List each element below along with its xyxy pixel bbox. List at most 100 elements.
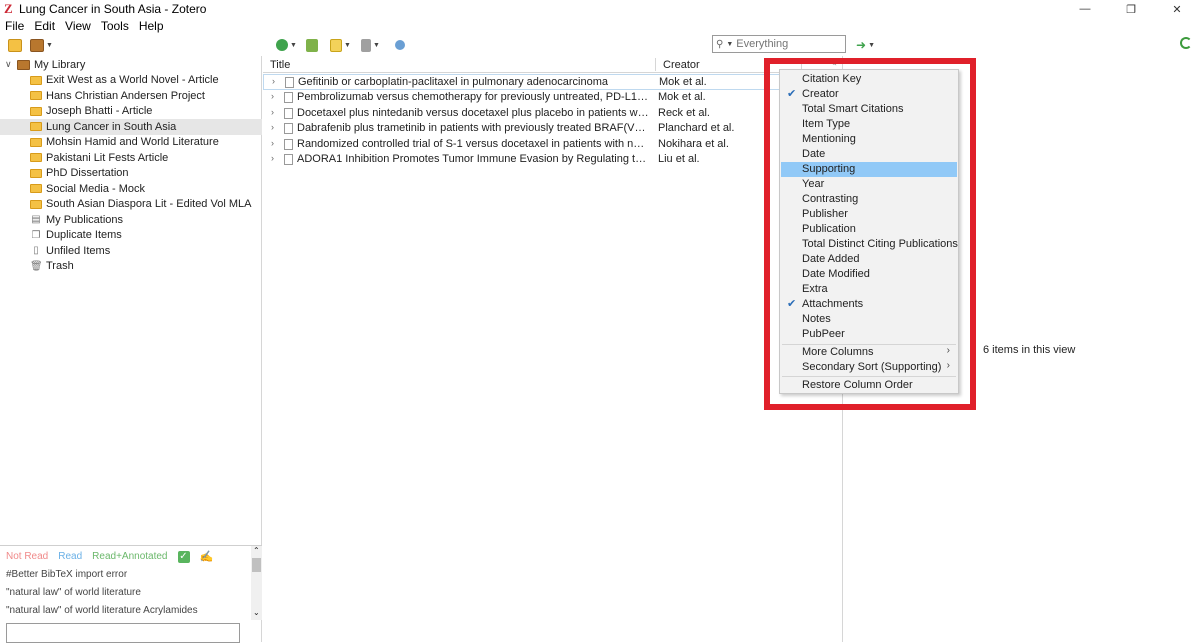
search-box[interactable]: ⚲ ▼ xyxy=(712,35,846,53)
trash-item[interactable]: 🗑 Trash xyxy=(0,259,262,275)
chevron-right-icon[interactable]: › xyxy=(272,76,275,86)
folder-icon xyxy=(30,91,42,101)
special-item-label: Duplicate Items xyxy=(46,229,122,242)
tree-item-my-library[interactable]: ∨ My Library xyxy=(0,57,262,73)
tag-read-annotated[interactable]: Read+Annotated xyxy=(92,551,167,562)
tag-item[interactable]: "natural law" of world literature xyxy=(6,587,141,598)
my-publications-item[interactable]: ▤ My Publications xyxy=(0,212,262,228)
plus-icon xyxy=(276,39,288,51)
table-row[interactable]: › Pembrolizumab versus chemotherapy for … xyxy=(263,90,843,106)
tag-not-read[interactable]: Not Read xyxy=(6,551,48,562)
collection-label: Pakistani Lit Fests Article xyxy=(46,151,169,164)
column-header-title[interactable]: Title xyxy=(270,59,290,71)
table-row[interactable]: › Docetaxel plus nintedanib versus docet… xyxy=(263,106,843,122)
menu-edit[interactable]: Edit xyxy=(29,19,60,33)
add-by-identifier-button[interactable] xyxy=(306,37,318,53)
item-creator: Reck et al. xyxy=(658,106,710,119)
item-title: Pembrolizumab versus chemotherapy for pr… xyxy=(297,91,649,103)
tag-scrollbar[interactable]: ⌃ ⌄ xyxy=(251,546,262,620)
library-icon xyxy=(17,59,30,70)
folder-icon xyxy=(30,106,42,116)
collection-item[interactable]: Exit West as a World Novel - Article xyxy=(0,73,262,89)
collection-item[interactable]: Mohsin Hamid and World Literature xyxy=(0,135,262,151)
close-button[interactable]: ✕ xyxy=(1154,0,1200,18)
column-separator[interactable] xyxy=(655,58,656,71)
advanced-search-button[interactable] xyxy=(395,37,405,53)
document-icon xyxy=(284,123,293,134)
scroll-up-icon[interactable]: ⌃ xyxy=(253,546,260,555)
folder-icon xyxy=(30,199,42,209)
column-header-creator[interactable]: Creator xyxy=(663,59,700,71)
collection-item[interactable]: PhD Dissertation xyxy=(0,166,262,182)
menu-tools[interactable]: Tools xyxy=(96,19,134,33)
menu-file[interactable]: File xyxy=(0,19,29,33)
library-icon xyxy=(30,38,44,52)
document-icon xyxy=(284,154,293,165)
item-creator: Nokihara et al. xyxy=(658,137,729,150)
tag-state-row: Not Read Read Read+Annotated ✓ ✍ xyxy=(6,550,213,563)
collection-item[interactable]: Pakistani Lit Fests Article xyxy=(0,150,262,166)
tag-item[interactable]: #Better BibTeX import error xyxy=(6,569,127,580)
folder-icon xyxy=(30,168,42,178)
tag-selector: Not Read Read Read+Annotated ✓ ✍ #Better… xyxy=(0,545,262,643)
collection-label: Social Media - Mock xyxy=(46,182,146,195)
folder-icon xyxy=(30,75,42,85)
special-item-label: Trash xyxy=(46,260,74,273)
window-controls: — ❐ ✕ xyxy=(1062,0,1200,18)
collection-item[interactable]: Joseph Bhatti - Article xyxy=(0,104,262,120)
folder-icon xyxy=(30,122,42,132)
chevron-down-icon: ▼ xyxy=(868,41,875,49)
table-row[interactable]: › Gefitinib or carboplatin-paclitaxel in… xyxy=(263,74,843,90)
chevron-right-icon[interactable]: › xyxy=(271,107,274,117)
chevron-right-icon[interactable]: › xyxy=(271,153,274,163)
chevron-down-icon: ▼ xyxy=(290,41,297,49)
collection-item[interactable]: South Asian Diaspora Lit - Edited Vol ML… xyxy=(0,197,262,213)
item-creator: Liu et al. xyxy=(658,153,700,165)
trash-icon: 🗑 xyxy=(30,260,43,272)
pencil-tag-icon[interactable]: ✍ xyxy=(200,550,214,563)
scroll-down-icon[interactable]: ⌄ xyxy=(253,608,260,617)
duplicate-icon: ❐ xyxy=(31,229,41,241)
add-attachment-button[interactable]: ▼ xyxy=(361,37,380,53)
duplicate-items-item[interactable]: ❐ Duplicate Items xyxy=(0,228,262,244)
table-row[interactable]: › Dabrafenib plus trametinib in patients… xyxy=(263,121,843,137)
checkmark-tag-icon[interactable]: ✓ xyxy=(177,550,190,563)
restore-button[interactable]: ❐ xyxy=(1108,0,1154,18)
magnifier-icon xyxy=(395,40,405,50)
folder-icon xyxy=(30,184,42,194)
collection-item[interactable]: Hans Christian Andersen Project xyxy=(0,88,262,104)
new-collection-icon xyxy=(8,38,22,52)
scrollbar-thumb[interactable] xyxy=(252,558,261,572)
paperclip-icon xyxy=(361,38,371,52)
locate-button[interactable]: ➜ ▼ xyxy=(856,37,875,53)
chevron-right-icon[interactable]: › xyxy=(271,122,274,132)
new-item-button[interactable]: ▼ xyxy=(276,37,297,53)
table-row[interactable]: › Randomized controlled trial of S-1 ver… xyxy=(263,137,843,153)
tag-filter-input[interactable] xyxy=(6,623,240,643)
unfiled-items-item[interactable]: ▯ Unfiled Items xyxy=(0,243,262,259)
collection-label: PhD Dissertation xyxy=(46,167,129,180)
search-mode-chevron-icon[interactable]: ▼ xyxy=(726,41,733,48)
zotero-logo-icon: Z xyxy=(4,1,13,16)
document-icon xyxy=(284,138,293,150)
chevron-right-icon[interactable]: › xyxy=(271,91,274,101)
new-library-button[interactable]: ▼ xyxy=(30,37,53,53)
minimize-button[interactable]: — xyxy=(1062,0,1108,18)
chevron-right-icon[interactable]: › xyxy=(271,138,274,148)
column-header-row: Title Creator ✎ xyxy=(263,56,843,73)
tag-read[interactable]: Read xyxy=(58,551,82,562)
collection-item[interactable]: Social Media - Mock xyxy=(0,181,262,197)
collection-item-selected[interactable]: Lung Cancer in South Asia xyxy=(0,119,262,135)
chevron-down-icon[interactable]: ∨ xyxy=(5,59,12,70)
search-input[interactable] xyxy=(736,38,837,50)
chevron-down-icon: ▼ xyxy=(344,41,351,49)
table-row[interactable]: › ADORA1 Inhibition Promotes Tumor Immun… xyxy=(263,152,843,168)
new-collection-button[interactable] xyxy=(8,37,22,53)
arrow-right-icon: ➜ xyxy=(856,38,867,52)
collection-label: Mohsin Hamid and World Literature xyxy=(46,136,219,149)
new-note-button[interactable]: ▼ xyxy=(330,37,351,53)
tag-item[interactable]: "natural law" of world literature Acryla… xyxy=(6,605,198,616)
menu-help[interactable]: Help xyxy=(134,19,169,33)
sync-icon[interactable] xyxy=(1180,37,1192,49)
menu-view[interactable]: View xyxy=(60,19,96,33)
